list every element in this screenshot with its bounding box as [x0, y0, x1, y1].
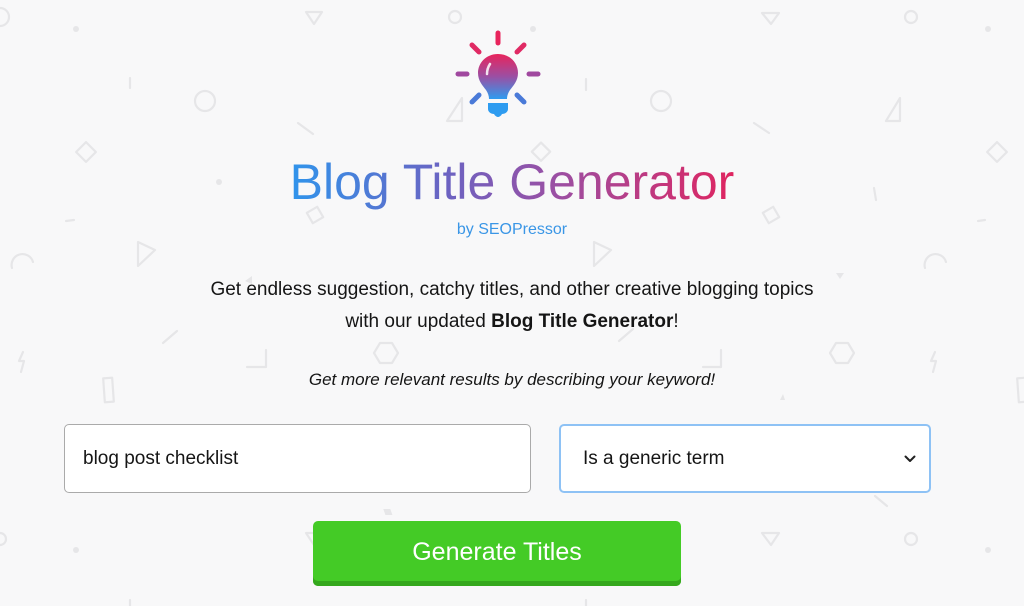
- bulb-body: [478, 54, 518, 99]
- bg-triangle-shape: [780, 394, 785, 400]
- bg-circle-shape: [0, 531, 8, 547]
- bg-triangle-shape: [884, 96, 902, 123]
- bg-corner-shape: [701, 348, 723, 369]
- bg-hexagon-shape: [828, 341, 856, 365]
- page-title-text: Blog Title Generator: [289, 154, 735, 210]
- description: Get endless suggestion, catchy titles, a…: [0, 274, 1024, 338]
- bg-arc-shape: [923, 253, 948, 270]
- keyword-type-selected-value: Is a generic term: [583, 447, 725, 469]
- description-line-2: with our updated Blog Title Generator!: [0, 306, 1024, 338]
- bg-circle-shape: [649, 89, 673, 113]
- bg-circle-shape: [447, 9, 463, 25]
- description-line-2-suffix: !: [673, 311, 679, 332]
- bg-circle-shape: [193, 89, 217, 113]
- bg-dot-shape: [985, 26, 991, 32]
- bg-line-shape: [873, 494, 889, 508]
- description-line-2-prefix: with our updated: [345, 311, 492, 332]
- light-ray: [469, 42, 482, 55]
- keyword-input[interactable]: [64, 424, 531, 493]
- bg-dot-shape: [73, 547, 79, 553]
- bg-corner-shape: [245, 348, 268, 369]
- light-ray: [514, 92, 527, 105]
- description-line-1: Get endless suggestion, catchy titles, a…: [210, 279, 814, 300]
- chevron-down-icon[interactable]: [903, 452, 917, 466]
- generate-titles-button[interactable]: Generate Titles: [313, 521, 681, 586]
- light-ray: [469, 92, 482, 105]
- bg-circle-shape: [903, 531, 919, 547]
- bg-circle-shape: [0, 6, 11, 28]
- byline: by SEOPressor: [456, 221, 568, 238]
- bg-triangle-shape: [592, 240, 613, 268]
- bg-circle-shape: [903, 9, 919, 25]
- bg-dot-shape: [985, 547, 991, 553]
- bg-line-shape: [296, 121, 315, 136]
- bg-triangle-shape: [760, 11, 781, 26]
- bg-triangle-shape: [760, 531, 781, 547]
- bg-triangle-shape: [136, 240, 157, 268]
- keyword-type-select[interactable]: Is a generic term: [559, 424, 931, 493]
- keyword-hint: Get more relevant results by describing …: [308, 370, 716, 389]
- bg-arc-shape: [10, 253, 35, 270]
- page-title: Blog Title Generator: [0, 149, 1024, 215]
- description-line-2-bold: Blog Title Generator: [491, 311, 674, 332]
- bg-hexagon-shape: [372, 341, 400, 365]
- bg-dot-shape: [73, 26, 79, 32]
- lightbulb-icon: [455, 30, 541, 117]
- light-ray: [514, 42, 527, 55]
- bg-parallelogram-shape: [383, 509, 393, 515]
- bg-triangle-shape: [304, 10, 324, 26]
- bg-line-shape: [752, 121, 771, 135]
- bulb-base: [488, 103, 508, 117]
